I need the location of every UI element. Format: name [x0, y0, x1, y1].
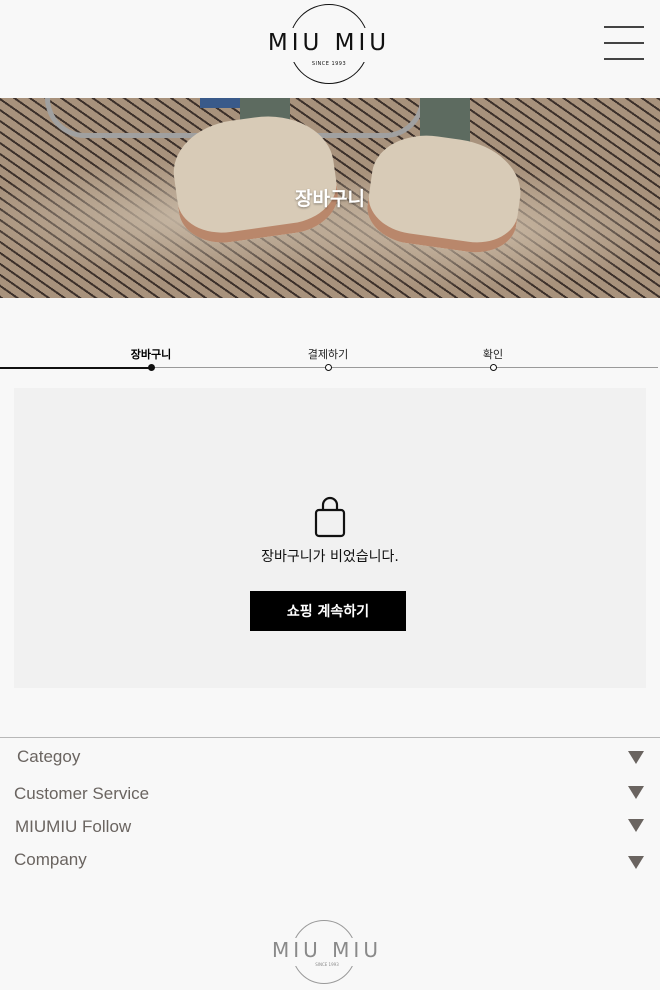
step-confirm: 확인: [482, 348, 504, 361]
footer-divider: [0, 737, 660, 738]
triangle-down-icon: [628, 786, 644, 799]
footer-section-label: Company: [14, 850, 87, 869]
footer-section-company[interactable]: Company: [0, 848, 660, 874]
hamburger-menu-icon[interactable]: [602, 24, 646, 64]
continue-shopping-button[interactable]: 쇼핑 계속하기: [250, 591, 406, 631]
hero-title: 장바구니: [295, 188, 365, 210]
miumiu-logo[interactable]: MIU MIU SINCE 1993: [259, 4, 399, 84]
step-cart-dot: [147, 364, 155, 371]
step-checkout: 결제하기: [307, 348, 349, 361]
footer-section-label: MIUMIU Follow: [15, 817, 132, 836]
hero-banner: 장바구니: [0, 98, 660, 298]
site-header: MIU MIU SINCE 1993: [0, 0, 660, 98]
triangle-down-icon: [628, 856, 644, 869]
empty-cart-message: 장바구니가 비었습니다.: [261, 549, 399, 565]
footer-logo-since: SINCE 1993: [315, 962, 339, 967]
triangle-down-icon: [628, 751, 644, 764]
footer-section-customer-service[interactable]: Customer Service: [0, 782, 660, 808]
step-checkout-dot: [324, 364, 332, 371]
checkout-steps: 장바구니 결제하기 확인: [0, 336, 660, 376]
triangle-down-icon: [628, 819, 644, 832]
footer-section-label: Categoy: [17, 747, 81, 766]
footer-logo[interactable]: MIU MIU SINCE 1993: [262, 920, 392, 984]
step-cart: 장바구니: [130, 348, 172, 361]
footer-section-label: Customer Service: [14, 784, 150, 803]
step-confirm-dot: [489, 364, 497, 371]
logo-since: SINCE 1993: [311, 61, 347, 67]
footer-section-category[interactable]: Categoy: [0, 745, 660, 771]
footer-logo-wordmark: MIU MIU: [272, 938, 382, 962]
empty-cart-panel: 장바구니가 비었습니다. 쇼핑 계속하기: [14, 388, 646, 688]
logo-wordmark: MIU MIU: [267, 30, 391, 56]
steps-progress: [0, 367, 151, 369]
shopping-bag-icon: [314, 496, 346, 538]
footer-section-follow[interactable]: MIUMIU Follow: [0, 815, 660, 841]
